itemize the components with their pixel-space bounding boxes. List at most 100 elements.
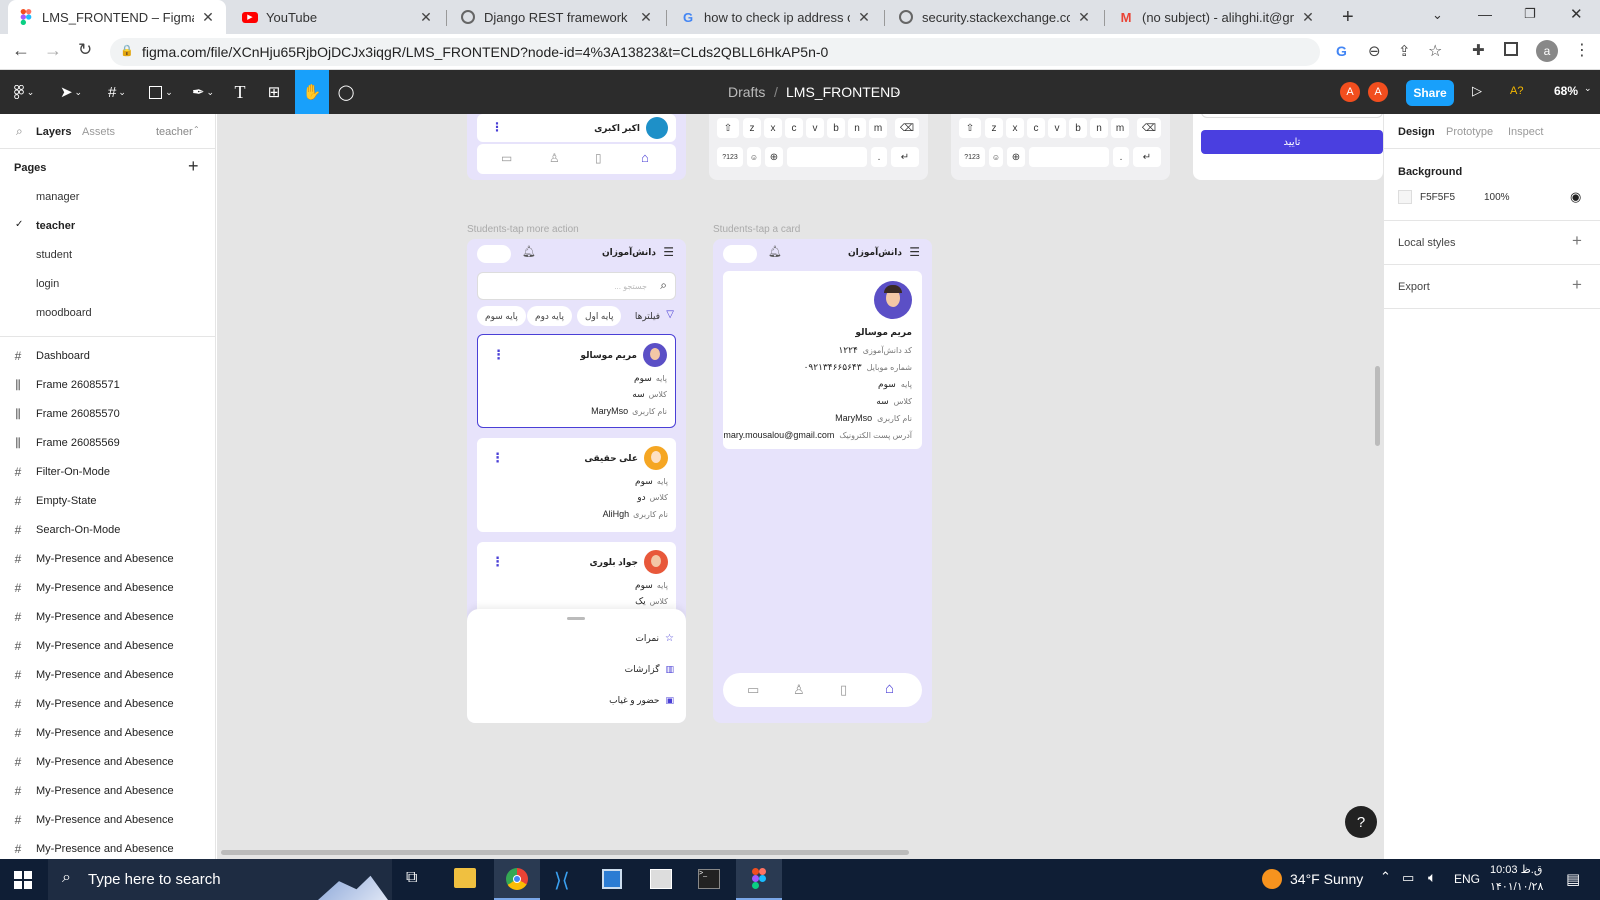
bell-icon[interactable]: 🔔︎ [522,245,536,258]
home-icon[interactable]: ⌂ [885,680,894,697]
layer-item[interactable]: # My-Presence and Abesence [0,690,216,718]
student-card[interactable]: اکبر اکبری ⋮ [477,114,676,142]
volume-icon[interactable]: 🔈︎ [1428,869,1436,886]
text-input[interactable] [1201,114,1383,118]
clock-date[interactable]: ۱۴۰۱/۱۰/۲۸ [1490,880,1543,893]
new-tab-button[interactable]: + [1342,6,1354,29]
share-button[interactable]: Share [1406,80,1454,106]
zoom-level[interactable]: 68% [1554,84,1578,98]
close-icon[interactable]: ✕ [200,9,216,26]
chevron-down-icon[interactable]: ⌄ [892,84,901,97]
move-tool-icon[interactable]: ➤ ⌄ [54,70,88,114]
keyboard-frame-1[interactable]: ⇧ z x c v b n m ⌫ ?123 ☺ ⊕ . ↵ [709,114,928,180]
sheet-item-reports[interactable]: ▥ گزارشات [625,664,674,675]
window-close-icon[interactable]: ✕ [1570,5,1583,23]
key[interactable]: c [1027,118,1045,138]
chrome-taskbar-button[interactable] [494,859,540,900]
key[interactable]: z [985,118,1003,138]
hamburger-icon[interactable]: ☰ [909,245,920,259]
layer-item[interactable]: # My-Presence and Abesence [0,719,216,747]
minimize-icon[interactable]: — [1478,6,1492,22]
reload-icon[interactable]: ↻ [78,40,92,60]
toggle-pill[interactable] [723,245,757,263]
file-explorer-icon[interactable] [454,868,476,888]
tab-prototype[interactable]: Prototype [1446,126,1493,138]
dot-key[interactable]: . [1113,147,1129,167]
backspace-key-icon[interactable]: ⌫ [1137,118,1161,138]
close-icon[interactable]: ✕ [1076,9,1092,26]
bookmark-star-icon[interactable]: ☆ [1428,41,1442,61]
key[interactable]: v [1048,118,1066,138]
chip-grade-1[interactable]: پایه اول [577,306,622,326]
layer-item[interactable]: # My-Presence and Abesence [0,545,216,573]
chip-grade-3[interactable]: پایه سوم [477,306,526,326]
help-button[interactable]: ? [1345,806,1377,838]
return-key-icon[interactable]: ↵ [891,147,919,167]
add-style-icon[interactable]: + [1572,231,1582,251]
user-icon[interactable]: ♙ [793,682,805,698]
layer-item[interactable]: # My-Presence and Abesence [0,661,216,689]
horizontal-scrollbar[interactable] [221,850,909,855]
layer-item[interactable]: # My-Presence and Abesence [0,603,216,631]
extensions-icon[interactable]: ✚ [1472,41,1485,59]
key[interactable]: m [869,118,887,138]
globe-key-icon[interactable]: ⊕ [765,147,783,167]
back-icon[interactable]: ← [12,40,30,61]
globe-key-icon[interactable]: ⊕ [1007,147,1025,167]
bg-opacity-input[interactable]: 100% [1484,192,1510,203]
pen-tool-icon[interactable]: ✒ ⌄ [186,70,220,114]
layer-item[interactable]: # My-Presence and Abesence [0,777,216,805]
profile-avatar[interactable]: a [1536,40,1558,62]
hand-tool-icon[interactable]: ✋ [295,70,329,114]
key[interactable]: b [1069,118,1087,138]
frame-students-more-action[interactable]: 🔔︎ دانش‌آموزان ☰ جستجو ... ⌕ پایه سوم پا… [467,239,686,723]
key[interactable]: n [1090,118,1108,138]
file-name[interactable]: LMS_FRONTEND [786,84,900,100]
page-switcher[interactable]: teacher [156,126,193,138]
zoom-icon[interactable]: ⊖ [1368,42,1381,60]
eye-icon[interactable]: ◉ [1570,189,1581,205]
close-icon[interactable]: ✕ [418,9,434,26]
shape-tool-icon[interactable]: ⌄ [144,70,178,114]
tab-google[interactable]: G how to check ip address of w ✕ [670,0,882,34]
frame-students-tap-card[interactable]: 🔔︎ دانش‌آموزان ☰ مریم موسالو کد دانش‌آمو… [713,239,932,723]
text-tool-icon[interactable]: T [228,70,252,114]
tab-assets[interactable]: Assets [82,126,115,138]
tab-stackexchange[interactable]: security.stackexchange.com ✕ [888,0,1102,34]
layer-item[interactable]: ⫼ Frame 26085570 [0,400,216,428]
missing-font-indicator[interactable]: A? [1510,85,1523,97]
search-icon[interactable]: ⌕ [16,124,23,139]
weather-text[interactable]: 34°F Sunny [1290,871,1363,887]
user-icon[interactable]: ♙ [549,151,560,165]
resources-icon[interactable]: ⊞ [262,70,286,114]
url-bar[interactable]: 🔒 figma.com/file/XCnHju65RjbOjDCJx3iqgR/… [110,38,1347,66]
page-item-student[interactable]: student [36,249,72,261]
page-item-manager[interactable]: manager [36,191,79,203]
tab-django[interactable]: Django REST framework ✕ [450,0,664,34]
numbers-key[interactable]: ?123 [959,147,985,167]
terminal-icon[interactable]: >_ [698,869,720,889]
emoji-key-icon[interactable]: ☺ [989,147,1003,167]
figma-menu-icon[interactable]: ⌄ [8,70,40,114]
toggle-pill[interactable] [477,245,511,263]
add-page-icon[interactable]: + [188,156,199,177]
shift-key-icon[interactable]: ⇧ [717,118,739,138]
notifications-icon[interactable]: ▤ [1566,870,1580,888]
hamburger-icon[interactable]: ☰ [663,245,674,259]
forward-icon[interactable]: → [44,40,62,61]
avatar[interactable]: A [1340,82,1360,102]
network-icon[interactable]: ▭ [1402,870,1414,886]
avatar[interactable]: A [1368,82,1388,102]
layer-item[interactable]: # Filter-On-Mode [0,458,216,486]
key[interactable]: n [848,118,866,138]
language-indicator[interactable]: ENG [1454,872,1480,886]
chevron-up-icon[interactable]: ⌃ [1380,869,1391,885]
calendar-icon[interactable]: ▭ [747,682,759,698]
bg-hex-input[interactable]: F5F5F5 [1420,192,1455,203]
space-key[interactable] [1029,147,1109,167]
key[interactable]: x [1006,118,1024,138]
menu-kebab-icon[interactable]: ⋮ [1574,40,1590,60]
dot-key[interactable]: . [871,147,887,167]
key[interactable]: v [806,118,824,138]
comment-tool-icon[interactable]: ◯ [334,70,358,114]
